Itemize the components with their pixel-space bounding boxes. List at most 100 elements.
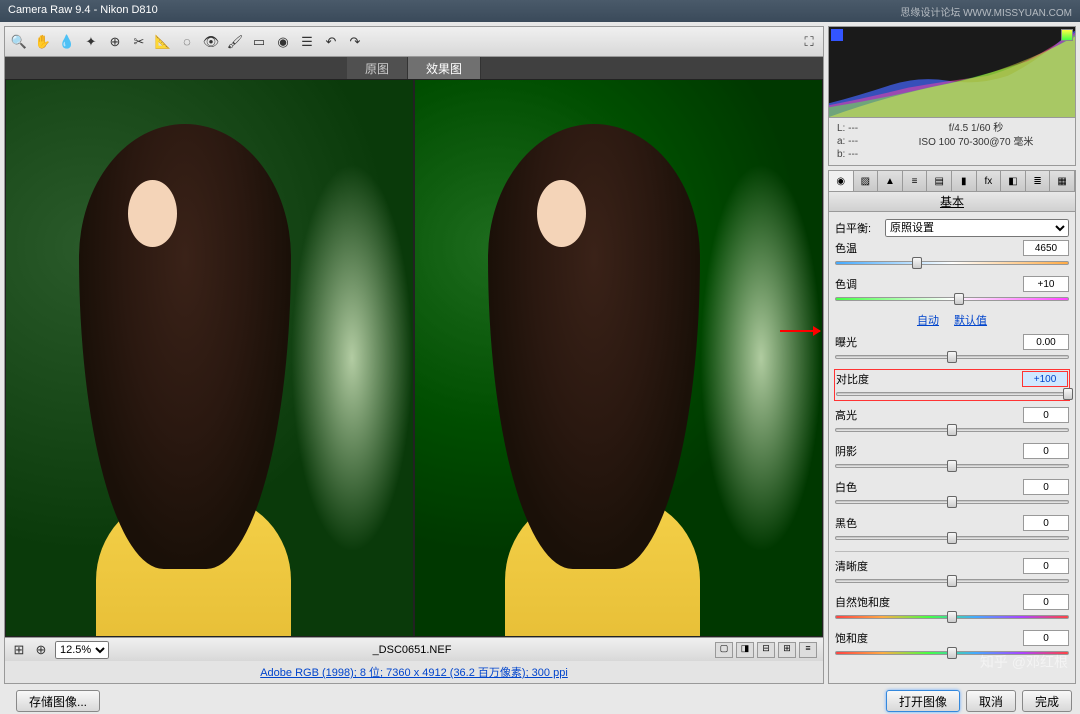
view-1-icon[interactable]: ▢ [715,642,733,658]
view-2-icon[interactable]: ◨ [736,642,754,658]
tint-value[interactable] [1023,276,1069,292]
exposure-label: 曝光 [835,334,1023,350]
target-icon[interactable]: ⊕ [107,34,123,50]
blacks-slider[interactable] [835,533,1069,543]
shadows-value[interactable] [1023,443,1069,459]
temp-slider[interactable] [835,258,1069,268]
ptab-split[interactable]: ▤ [927,171,952,191]
radial-icon[interactable]: ◉ [275,34,291,50]
rotate-ccw-icon[interactable]: ↶ [323,34,339,50]
clarity-slider[interactable] [835,576,1069,586]
tint-slider[interactable] [835,294,1069,304]
meta-L: L: --- [837,122,885,135]
blacks-value[interactable] [1023,515,1069,531]
contrast-value[interactable] [1022,371,1068,387]
fullscreen-icon[interactable]: ⛶ [801,34,817,50]
temp-label: 色温 [835,240,1023,256]
gradient-icon[interactable]: ▭ [251,34,267,50]
whites-label: 白色 [835,479,1023,495]
app-title: Camera Raw 9.4 - Nikon D810 [8,4,158,18]
contrast-label: 对比度 [836,371,1022,387]
view-3-icon[interactable]: ⊟ [757,642,775,658]
bottom-bar: 存储图像... 打开图像 取消 完成 [0,688,1080,714]
prefs-icon[interactable]: ☰ [299,34,315,50]
zoom-icon[interactable]: 🔍 [11,34,27,50]
wb-select[interactable]: 原照设置 [885,219,1069,237]
ptab-curve[interactable]: ▨ [854,171,879,191]
left-panel: 🔍 ✋ 💧 ✦ ⊕ ✂ 📐 ◌ 👁 🖌 ▭ ◉ ☰ ↶ ↷ ⛶ 原图 效果图 [4,26,824,684]
slider-exposure: 曝光 [835,334,1069,362]
ptab-hsl[interactable]: ≡ [903,171,928,191]
temp-value[interactable] [1023,240,1069,256]
spot-icon[interactable]: ◌ [179,34,195,50]
ptab-fx[interactable]: fx [977,171,1002,191]
ptab-lens[interactable]: ▮ [952,171,977,191]
tint-label: 色调 [835,276,1023,292]
highlights-label: 高光 [835,407,1023,423]
preview-area[interactable] [5,79,823,637]
preview-tabs: 原图 效果图 [5,57,823,79]
contrast-slider[interactable] [836,389,1068,399]
saturation-value[interactable] [1023,630,1069,646]
vibrance-value[interactable] [1023,594,1069,610]
ptab-basic[interactable]: ◉ [829,171,854,191]
slider-contrast: 对比度 [836,371,1068,399]
view-4-icon[interactable]: ⊞ [778,642,796,658]
default-link[interactable]: 默认值 [954,315,987,327]
redeye-icon[interactable]: 👁 [203,34,219,50]
color-sampler-icon[interactable]: ✦ [83,34,99,50]
saturation-slider[interactable] [835,648,1069,658]
save-image-button[interactable]: 存储图像... [16,690,100,712]
straighten-icon[interactable]: 📐 [155,34,171,50]
highlights-slider[interactable] [835,425,1069,435]
meta-a: a: --- [837,135,885,148]
cancel-button[interactable]: 取消 [966,690,1016,712]
hand-icon[interactable]: ✋ [35,34,51,50]
auto-link[interactable]: 自动 [917,315,939,327]
done-button[interactable]: 完成 [1022,690,1072,712]
highlight-clip-icon[interactable] [1061,29,1073,41]
shadows-label: 阴影 [835,443,1023,459]
titlebar: Camera Raw 9.4 - Nikon D810 思缘设计论坛 WWW.M… [0,0,1080,22]
slider-whites: 白色 [835,479,1069,507]
annotation-arrow [780,330,820,332]
ptab-preset[interactable]: ≣ [1026,171,1051,191]
highlights-value[interactable] [1023,407,1069,423]
brush-icon[interactable]: 🖌 [227,34,243,50]
histogram[interactable] [828,26,1076,118]
zoom-select[interactable]: 12.5% [55,641,109,659]
eyedropper-icon[interactable]: 💧 [59,34,75,50]
expand-icon[interactable]: ⊕ [33,642,49,658]
exposure-slider[interactable] [835,352,1069,362]
meta-box: L: --- a: --- b: --- f/4.5 1/60 秒 ISO 10… [828,118,1076,166]
watermark-top: 思缘设计论坛 WWW.MISSYUAN.COM [900,4,1072,18]
vibrance-slider[interactable] [835,612,1069,622]
main-area: 🔍 ✋ 💧 ✦ ⊕ ✂ 📐 ◌ 👁 🖌 ▭ ◉ ☰ ↶ ↷ ⛶ 原图 效果图 [0,22,1080,688]
clarity-label: 清晰度 [835,558,1023,574]
image-info-link[interactable]: Adobe RGB (1998); 8 位; 7360 x 4912 (36.2… [260,664,568,680]
open-image-button[interactable]: 打开图像 [886,690,960,712]
wb-label: 白平衡: [835,220,885,236]
controls: 白平衡: 原照设置 色温 色调 自动 默认值 曝光 对比度 [828,212,1076,684]
exposure-value[interactable] [1023,334,1069,350]
ptab-cal[interactable]: ◧ [1001,171,1026,191]
whites-slider[interactable] [835,497,1069,507]
view-mode-icons: ▢ ◨ ⊟ ⊞ ≡ [715,642,817,658]
clarity-value[interactable] [1023,558,1069,574]
blacks-label: 黑色 [835,515,1023,531]
view-5-icon[interactable]: ≡ [799,642,817,658]
shadows-slider[interactable] [835,461,1069,471]
panel-tabs: ◉ ▨ ▲ ≡ ▤ ▮ fx ◧ ≣ ▦ [828,170,1076,192]
tab-effect[interactable]: 效果图 [408,57,481,79]
shadow-clip-icon[interactable] [831,29,843,41]
rotate-cw-icon[interactable]: ↷ [347,34,363,50]
grid-icon[interactable]: ⊞ [11,642,27,658]
slider-clarity: 清晰度 [835,558,1069,586]
tab-original[interactable]: 原图 [347,57,408,79]
slider-tint: 色调 [835,276,1069,304]
ptab-snap[interactable]: ▦ [1050,171,1075,191]
crop-icon[interactable]: ✂ [131,34,147,50]
whites-value[interactable] [1023,479,1069,495]
saturation-label: 饱和度 [835,630,1023,646]
ptab-detail[interactable]: ▲ [878,171,903,191]
